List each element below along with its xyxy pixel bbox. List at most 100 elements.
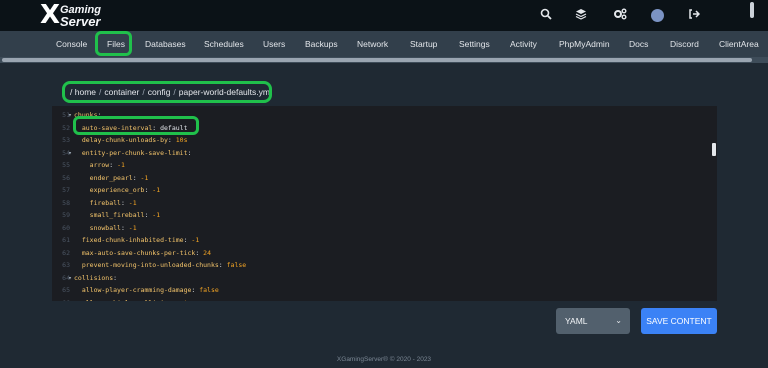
code-text: allow-vehicle-collisions: true: [74, 297, 199, 302]
code-line[interactable]: 53 delay-chunk-unloads-by: 10s: [52, 134, 702, 147]
tab-network[interactable]: Network: [357, 31, 388, 57]
line-number: 58: [62, 198, 70, 207]
fold-toggle-icon[interactable]: ▾: [68, 109, 72, 122]
code-line[interactable]: 56 ender_pearl: -1: [52, 172, 702, 185]
yaml-colon: :: [120, 198, 129, 207]
nav-scrollbar[interactable]: [2, 58, 752, 62]
chevron-down-icon: ⌄: [615, 316, 622, 325]
tab-activity[interactable]: Activity: [510, 31, 537, 57]
line-number: 66: [52, 297, 70, 302]
tab-settings[interactable]: Settings: [459, 31, 490, 57]
yaml-key: prevent-moving-into-unloaded-chunks: [81, 261, 219, 269]
code-line[interactable]: 66 allow-vehicle-collisions: true: [52, 297, 702, 302]
code-line[interactable]: 54 ▾ entity-per-chunk-save-limit:: [52, 147, 702, 160]
code-text: collisions:: [74, 272, 117, 285]
file-mode-value: YAML: [565, 316, 588, 326]
tab-docs[interactable]: Docs: [629, 31, 648, 57]
logo-text-server: Server: [60, 14, 101, 29]
file-mode-select[interactable]: YAML ⌄: [556, 308, 630, 334]
page-scrollbar[interactable]: [750, 2, 754, 18]
yaml-value: 24: [203, 248, 211, 257]
files-tab-highlight: [95, 31, 132, 56]
line-number: 57: [62, 186, 70, 194]
yaml-value: -1: [140, 173, 149, 182]
tab-schedules[interactable]: Schedules: [204, 31, 244, 57]
code-text: delay-chunk-unloads-by: 10s: [74, 134, 188, 147]
code-text: experience_orb: -1: [74, 184, 160, 197]
line-number: 55: [62, 161, 70, 169]
yaml-key: collisions: [74, 273, 114, 282]
code-line[interactable]: 62 max-auto-save-chunks-per-tick: 24: [52, 247, 702, 260]
yaml-key: small_fireball: [89, 211, 145, 219]
tab-phpmyadmin[interactable]: PhpMyAdmin: [559, 31, 610, 57]
fold-toggle-icon[interactable]: ▾: [68, 272, 72, 285]
tab-startup[interactable]: Startup: [410, 31, 437, 57]
yaml-key: allow-vehicle-collisions: [82, 299, 176, 302]
yaml-value: false: [199, 286, 219, 294]
settings-icon[interactable]: [612, 8, 628, 24]
line-number: 56: [62, 173, 70, 182]
code-line[interactable]: 58 fireball: -1: [52, 197, 702, 210]
yaml-value: false: [226, 261, 247, 269]
code-line[interactable]: 63 prevent-moving-into-unloaded-chunks: …: [52, 259, 702, 272]
code-line[interactable]: 57 experience_orb: -1: [52, 184, 702, 197]
tab-clientarea[interactable]: ClientArea: [719, 31, 759, 57]
logo[interactable]: X Gaming Server: [40, 0, 140, 30]
line-number: 61: [62, 236, 70, 244]
yaml-key: allow-player-cramming-damage: [81, 286, 192, 294]
yaml-colon: :: [218, 261, 227, 269]
code-line[interactable]: 60 snowball: -1: [52, 222, 702, 235]
yaml-key: arrow: [89, 161, 110, 169]
code-text: entity-per-chunk-save-limit:: [74, 147, 192, 160]
yaml-colon: :: [195, 248, 204, 257]
line-number: 53: [62, 136, 70, 144]
code-line[interactable]: 55 arrow: -1: [52, 159, 702, 172]
yaml-key: delay-chunk-unloads-by: [81, 136, 168, 144]
code-line[interactable]: 61 fixed-chunk-inhabited-time: -1: [52, 234, 702, 247]
code-text: arrow: -1: [74, 159, 125, 172]
tab-backups[interactable]: Backups: [305, 31, 338, 57]
editor-scrollbar[interactable]: [712, 143, 716, 156]
yaml-value: 10s: [175, 136, 188, 144]
yaml-key: ender_pearl: [89, 173, 133, 182]
logo-mark: X: [40, 0, 61, 30]
yaml-colon: :: [167, 136, 176, 144]
code-text: ender_pearl: -1: [74, 172, 149, 185]
logout-icon[interactable]: [686, 8, 702, 24]
yaml-key: snowball: [89, 223, 121, 232]
yaml-colon: :: [109, 161, 118, 169]
yaml-value: -1: [117, 161, 125, 169]
tab-databases[interactable]: Databases: [145, 31, 186, 57]
layers-icon[interactable]: [573, 8, 589, 24]
line-number: 59: [62, 211, 70, 219]
yaml-colon: :: [132, 173, 141, 182]
save-content-button[interactable]: SAVE CONTENT: [641, 308, 717, 334]
yaml-value: -1: [191, 236, 200, 244]
code-editor[interactable]: 51 ▾ chunks: 52 auto-save-interval: default…: [52, 106, 717, 301]
tab-console[interactable]: Console: [56, 31, 87, 57]
yaml-key: entity-per-chunk-save-limit: [81, 148, 188, 157]
code-line[interactable]: 65 allow-player-cramming-damage: false: [52, 284, 702, 297]
code-line[interactable]: 59 small_fireball: -1: [52, 209, 702, 222]
avatar[interactable]: [651, 9, 664, 22]
code-text: small_fireball: -1: [74, 209, 160, 222]
line-number: 65: [62, 286, 70, 294]
search-icon[interactable]: [538, 8, 554, 24]
yaml-key: fireball: [89, 198, 121, 207]
tab-users[interactable]: Users: [263, 31, 285, 57]
tab-discord[interactable]: Discord: [670, 31, 699, 57]
yaml-colon: :: [187, 148, 192, 157]
code-line[interactable]: 64 ▾ collisions:: [52, 272, 702, 285]
fold-toggle-icon[interactable]: ▾: [68, 147, 72, 160]
line-number: 60: [62, 223, 70, 232]
